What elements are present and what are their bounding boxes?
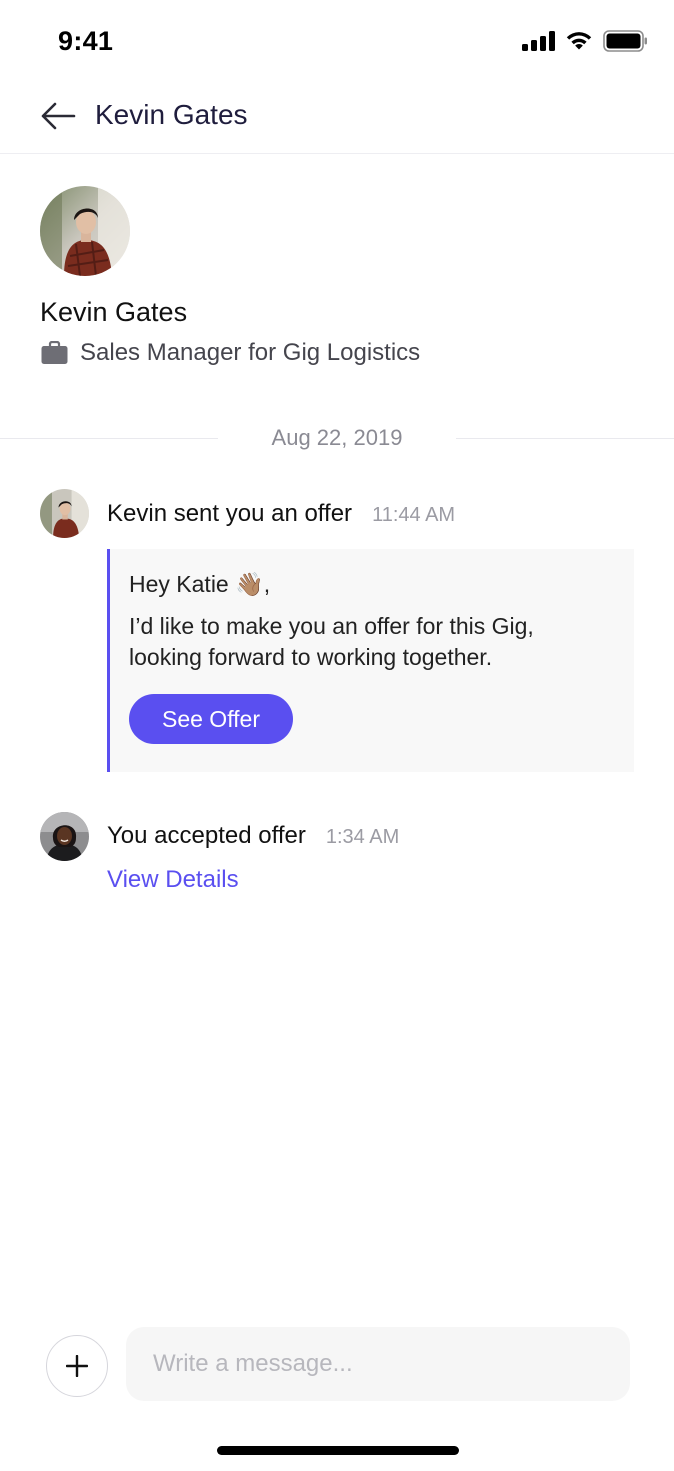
offer-card: Hey Katie 👋🏽, I’d like to make you an of…: [107, 549, 634, 772]
back-button[interactable]: [38, 97, 78, 135]
offer-greeting: Hey Katie 👋🏽,: [129, 571, 270, 598]
add-attachment-button[interactable]: [46, 1335, 108, 1397]
arrow-left-icon: [41, 102, 76, 130]
message-title: You accepted offer: [107, 822, 306, 849]
greeting-suffix: ,: [263, 571, 271, 597]
see-offer-button[interactable]: See Offer: [129, 694, 293, 744]
view-details-link[interactable]: View Details: [107, 866, 239, 894]
divider-line: [456, 438, 674, 439]
message-header: You accepted offer 1:34 AM: [107, 822, 399, 850]
status-bar: 9:41: [0, 0, 674, 82]
profile-avatar[interactable]: [40, 186, 130, 276]
message-header: Kevin sent you an offer 11:44 AM: [107, 500, 455, 528]
date-divider: Aug 22, 2019: [0, 423, 674, 453]
status-icons: [522, 30, 648, 52]
plus-icon: [66, 1355, 88, 1377]
page-title: Kevin Gates: [95, 99, 248, 130]
profile-role: Sales Manager for Gig Logistics: [41, 339, 420, 367]
waving-hand-icon: 👋🏽: [235, 571, 264, 597]
greeting-text: Hey Katie: [129, 571, 229, 597]
battery-icon: [603, 30, 647, 52]
briefcase-icon: [41, 341, 68, 364]
message-title: Kevin sent you an offer: [107, 500, 353, 527]
wifi-icon: [566, 32, 592, 50]
message-time: 11:44 AM: [372, 504, 456, 526]
cellular-signal-icon: [522, 31, 555, 51]
divider-line: [0, 438, 218, 439]
date-label: Aug 22, 2019: [271, 425, 403, 450]
status-time: 9:41: [58, 26, 114, 56]
sender-avatar[interactable]: [40, 489, 89, 538]
profile-name: Kevin Gates: [40, 297, 188, 327]
profile-role-label: Sales Manager for Gig Logistics: [80, 339, 421, 366]
home-indicator: [217, 1446, 459, 1455]
message-input[interactable]: [126, 1327, 630, 1401]
user-avatar[interactable]: [40, 812, 89, 861]
nav-bar: Kevin Gates: [0, 82, 674, 154]
message-time: 1:34 AM: [325, 826, 400, 848]
offer-body: I’d like to make you an offer for this G…: [129, 613, 534, 670]
